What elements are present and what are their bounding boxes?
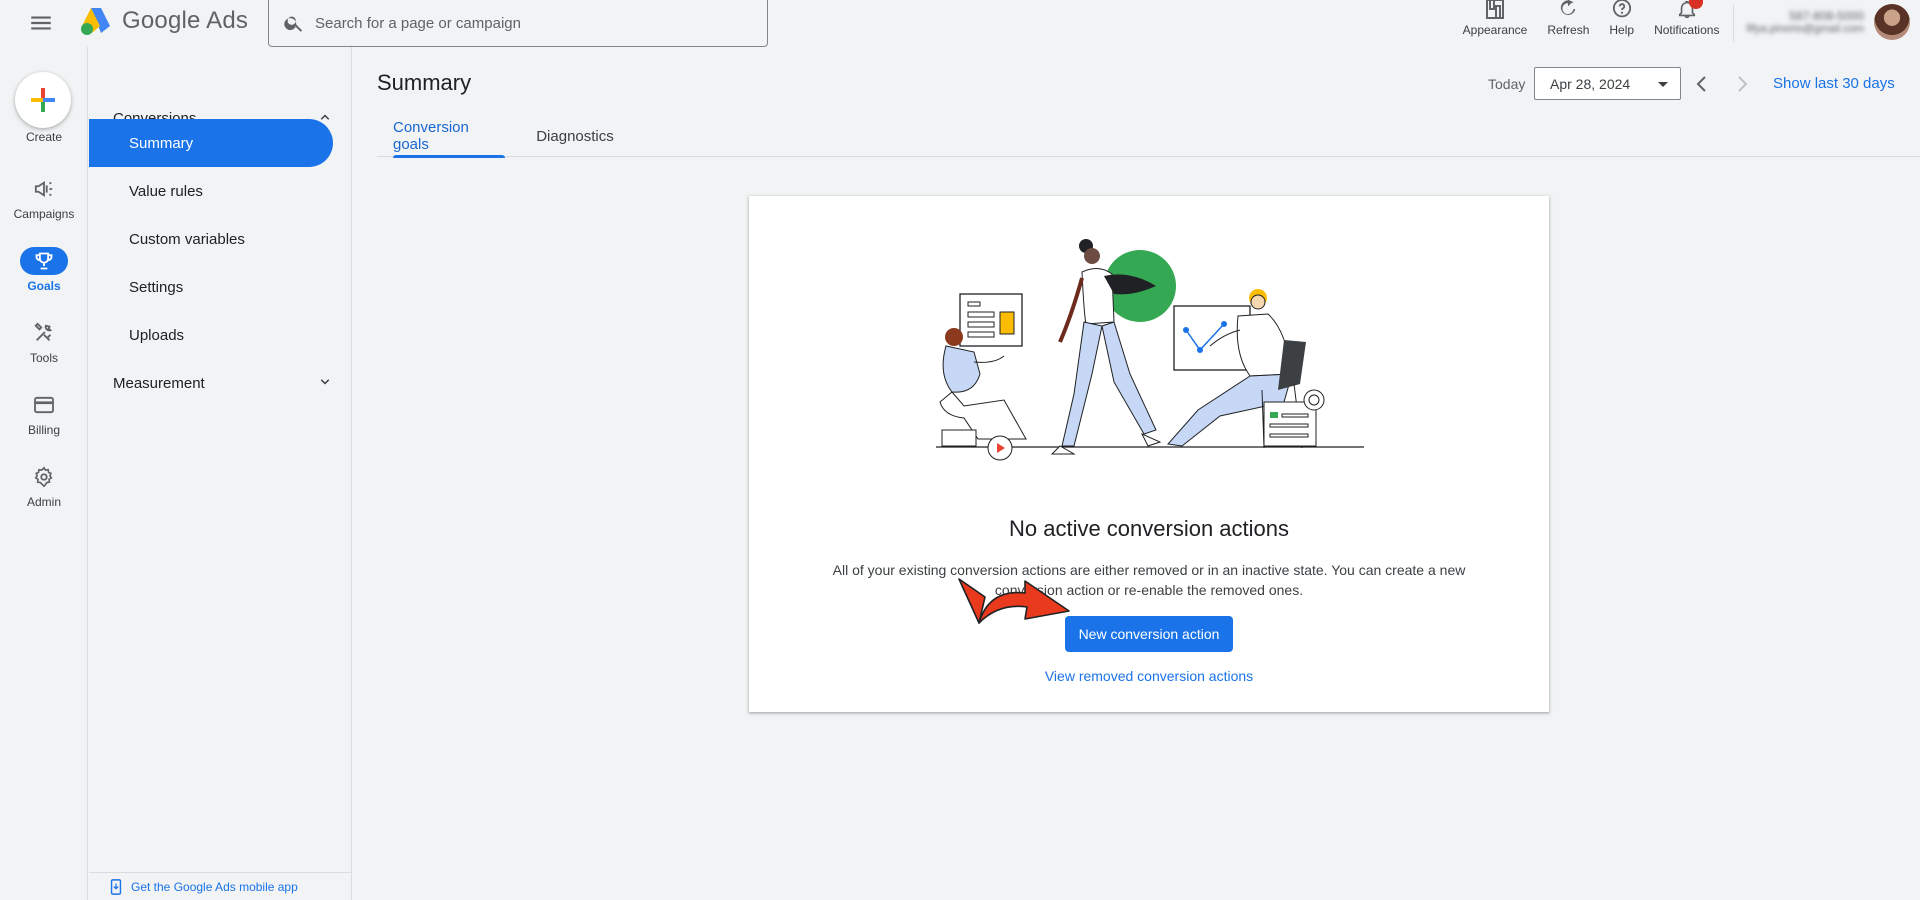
nav-item-value-rules[interactable]: Value rules: [89, 167, 333, 215]
empty-state-title: No active conversion actions: [1008, 516, 1290, 541]
page-title: Summary: [377, 70, 472, 95]
plus-icon: [31, 88, 55, 112]
empty-state-illustration: [936, 239, 1364, 461]
notifications-label: Notifications: [1654, 23, 1720, 37]
secondary-nav: Conversions Summary Value rules Custom v…: [89, 47, 352, 900]
avatar[interactable]: [1874, 4, 1910, 40]
megaphone-icon: [34, 180, 53, 198]
appearance-icon: [1486, 0, 1504, 19]
search-input[interactable]: [315, 14, 735, 32]
gear-icon: [34, 466, 53, 488]
today-label: Today: [1488, 76, 1526, 92]
tab-label: Diagnostics: [536, 127, 614, 145]
rail-label: Admin: [26, 495, 61, 509]
account-switcher[interactable]: 587-808-5000 fifya.pinorio@gmail.com: [1746, 0, 1920, 44]
next-period-button[interactable]: [1730, 72, 1754, 96]
nav-item-label: Summary: [129, 134, 194, 152]
appearance-button[interactable]: Appearance: [1453, 0, 1538, 47]
divider: [1733, 4, 1735, 42]
chevron-right-icon: [1738, 76, 1748, 92]
tab-label: Conversion goals: [393, 119, 469, 153]
help-button[interactable]: Help: [1599, 0, 1644, 47]
account-info: 587-808-5000 fifya.pinorio@gmail.com: [1746, 9, 1864, 35]
rail-item-campaigns[interactable]: Campaigns: [0, 175, 88, 221]
nav-item-label: Uploads: [129, 326, 185, 344]
rail-label: Goals: [27, 279, 61, 293]
create-label-wrap: Create: [0, 130, 88, 144]
help-label: Help: [1609, 23, 1635, 37]
nav-item-summary[interactable]: Summary: [89, 119, 333, 167]
rail-label: Billing: [27, 423, 60, 437]
nav-section-measurement[interactable]: Measurement: [89, 359, 352, 407]
phone-icon: [110, 878, 122, 895]
rail-item-tools[interactable]: Tools: [0, 319, 88, 365]
menu-icon[interactable]: [28, 10, 54, 36]
empty-state-description: All of your existing conversion actions …: [832, 562, 1466, 598]
trophy-icon: [35, 252, 53, 270]
create-label: Create: [25, 130, 63, 144]
annotation-arrow-icon: [958, 578, 1070, 624]
google-ads-logo-icon: [81, 8, 110, 35]
rail-label: Campaigns: [13, 207, 75, 221]
show-last-30-days-link[interactable]: Show last 30 days: [1773, 75, 1895, 92]
nav-item-label: Custom variables: [129, 230, 245, 248]
empty-state-card: No active conversion actions All of your…: [749, 196, 1549, 712]
search-box[interactable]: [268, 0, 768, 47]
refresh-icon: [1561, 0, 1576, 15]
mobile-app-label: Get the Google Ads mobile app: [131, 879, 298, 894]
chevron-left-icon: [1696, 76, 1706, 92]
tab-bar: Conversion goals Diagnostics: [377, 115, 1920, 158]
credit-card-icon: [34, 396, 54, 414]
nav-item-custom-variables[interactable]: Custom variables: [89, 215, 333, 263]
help-icon: [1612, 0, 1631, 18]
previous-period-button[interactable]: [1690, 72, 1714, 96]
google-ads-logo[interactable]: Google Ads: [80, 6, 248, 36]
notification-badge: [1688, 0, 1703, 9]
nav-item-uploads[interactable]: Uploads: [89, 311, 333, 359]
top-bar: Google Ads Appearance Refresh Help Notif…: [0, 0, 1920, 47]
tab-diagnostics[interactable]: Diagnostics: [535, 115, 615, 157]
date-range-select[interactable]: Apr 28, 2024: [1534, 67, 1681, 100]
appearance-label: Appearance: [1462, 23, 1528, 37]
nav-item-label: Value rules: [129, 182, 203, 200]
rail-item-goals[interactable]: Goals: [0, 247, 88, 293]
refresh-label: Refresh: [1547, 23, 1590, 37]
caret-down-icon: [1658, 82, 1668, 87]
search-icon: [284, 16, 303, 32]
new-conversion-action-button[interactable]: New conversion action: [1065, 616, 1233, 652]
rail-item-billing[interactable]: Billing: [0, 391, 88, 437]
rail-label: Tools: [29, 351, 58, 365]
tab-conversion-goals[interactable]: Conversion goals: [393, 115, 505, 158]
create-button[interactable]: [15, 72, 71, 128]
left-rail: Create Campaigns Goals Tools Billing Adm…: [0, 47, 88, 900]
refresh-button[interactable]: Refresh: [1537, 0, 1599, 47]
app-name: Google Ads: [122, 7, 249, 34]
nav-item-settings[interactable]: Settings: [89, 263, 333, 311]
account-id: 587-808-5000: [1789, 9, 1864, 23]
nav-item-label: Settings: [129, 278, 184, 296]
account-email: fifya.pinorio@gmail.com: [1746, 23, 1864, 35]
notifications-button[interactable]: Notifications: [1644, 0, 1729, 47]
date-value: Apr 28, 2024: [1550, 75, 1631, 92]
chevron-down-icon: [320, 379, 330, 385]
rail-item-admin[interactable]: Admin: [0, 463, 88, 509]
view-removed-conversion-actions-link[interactable]: View removed conversion actions: [749, 668, 1549, 684]
tools-icon: [34, 322, 53, 341]
mobile-app-link[interactable]: Get the Google Ads mobile app: [89, 872, 352, 900]
nav-section-label: Measurement: [113, 374, 205, 392]
